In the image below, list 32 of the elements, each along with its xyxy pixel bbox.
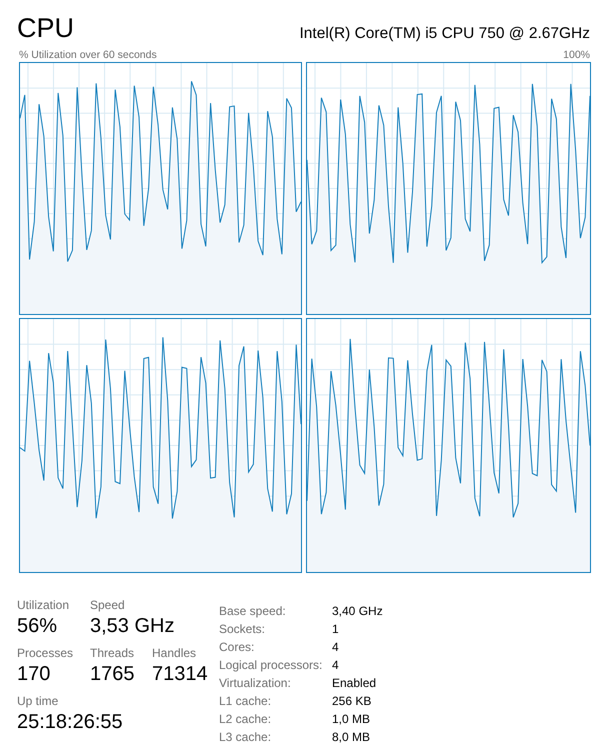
detail-value: 3,40 GHz (332, 603, 383, 619)
detail-label: L2 cache: (219, 711, 272, 727)
stat-label: Handles (152, 645, 198, 661)
stat-label: Threads (90, 645, 136, 661)
detail-label: Cores: (219, 639, 256, 655)
detail-value: 4 (332, 639, 340, 655)
detail-label: L3 cache: (219, 729, 272, 745)
detail-value: 1,0 MB (332, 711, 372, 727)
detail-label: Base speed: (219, 603, 287, 619)
detail-value: 256 KB (332, 693, 372, 709)
detail-label: Virtualization: (219, 675, 292, 691)
stat-value: 56% (17, 614, 58, 639)
stat-label: Speed (90, 597, 126, 613)
stat-value: 3,53 GHz (90, 614, 174, 639)
detail-label: Sockets: (219, 621, 266, 637)
graph-max-label: 100% (563, 49, 590, 61)
stat-label: Processes (17, 645, 74, 661)
detail-value: 8,0 MB (332, 729, 372, 745)
detail-label: Logical processors: (219, 657, 324, 673)
detail-value: 4 (332, 657, 340, 673)
stat-value: 1765 (90, 662, 134, 687)
stat-value: 170 (17, 662, 50, 687)
stat-value: 71314 (152, 662, 208, 687)
detail-value: 1 (332, 621, 340, 637)
stat-label: Utilization (17, 597, 70, 613)
processor-name: Intel(R) Core(TM) i5 CPU 750 @ 2.67GHz (299, 24, 590, 44)
page-title: CPU (17, 12, 74, 45)
detail-label: L1 cache: (219, 693, 272, 709)
stat-value: 25:18:26:55 (17, 710, 123, 735)
stat-label: Up time (17, 693, 60, 709)
detail-value: Enabled (332, 675, 378, 691)
graph-caption: % Utilization over 60 seconds (19, 49, 157, 61)
